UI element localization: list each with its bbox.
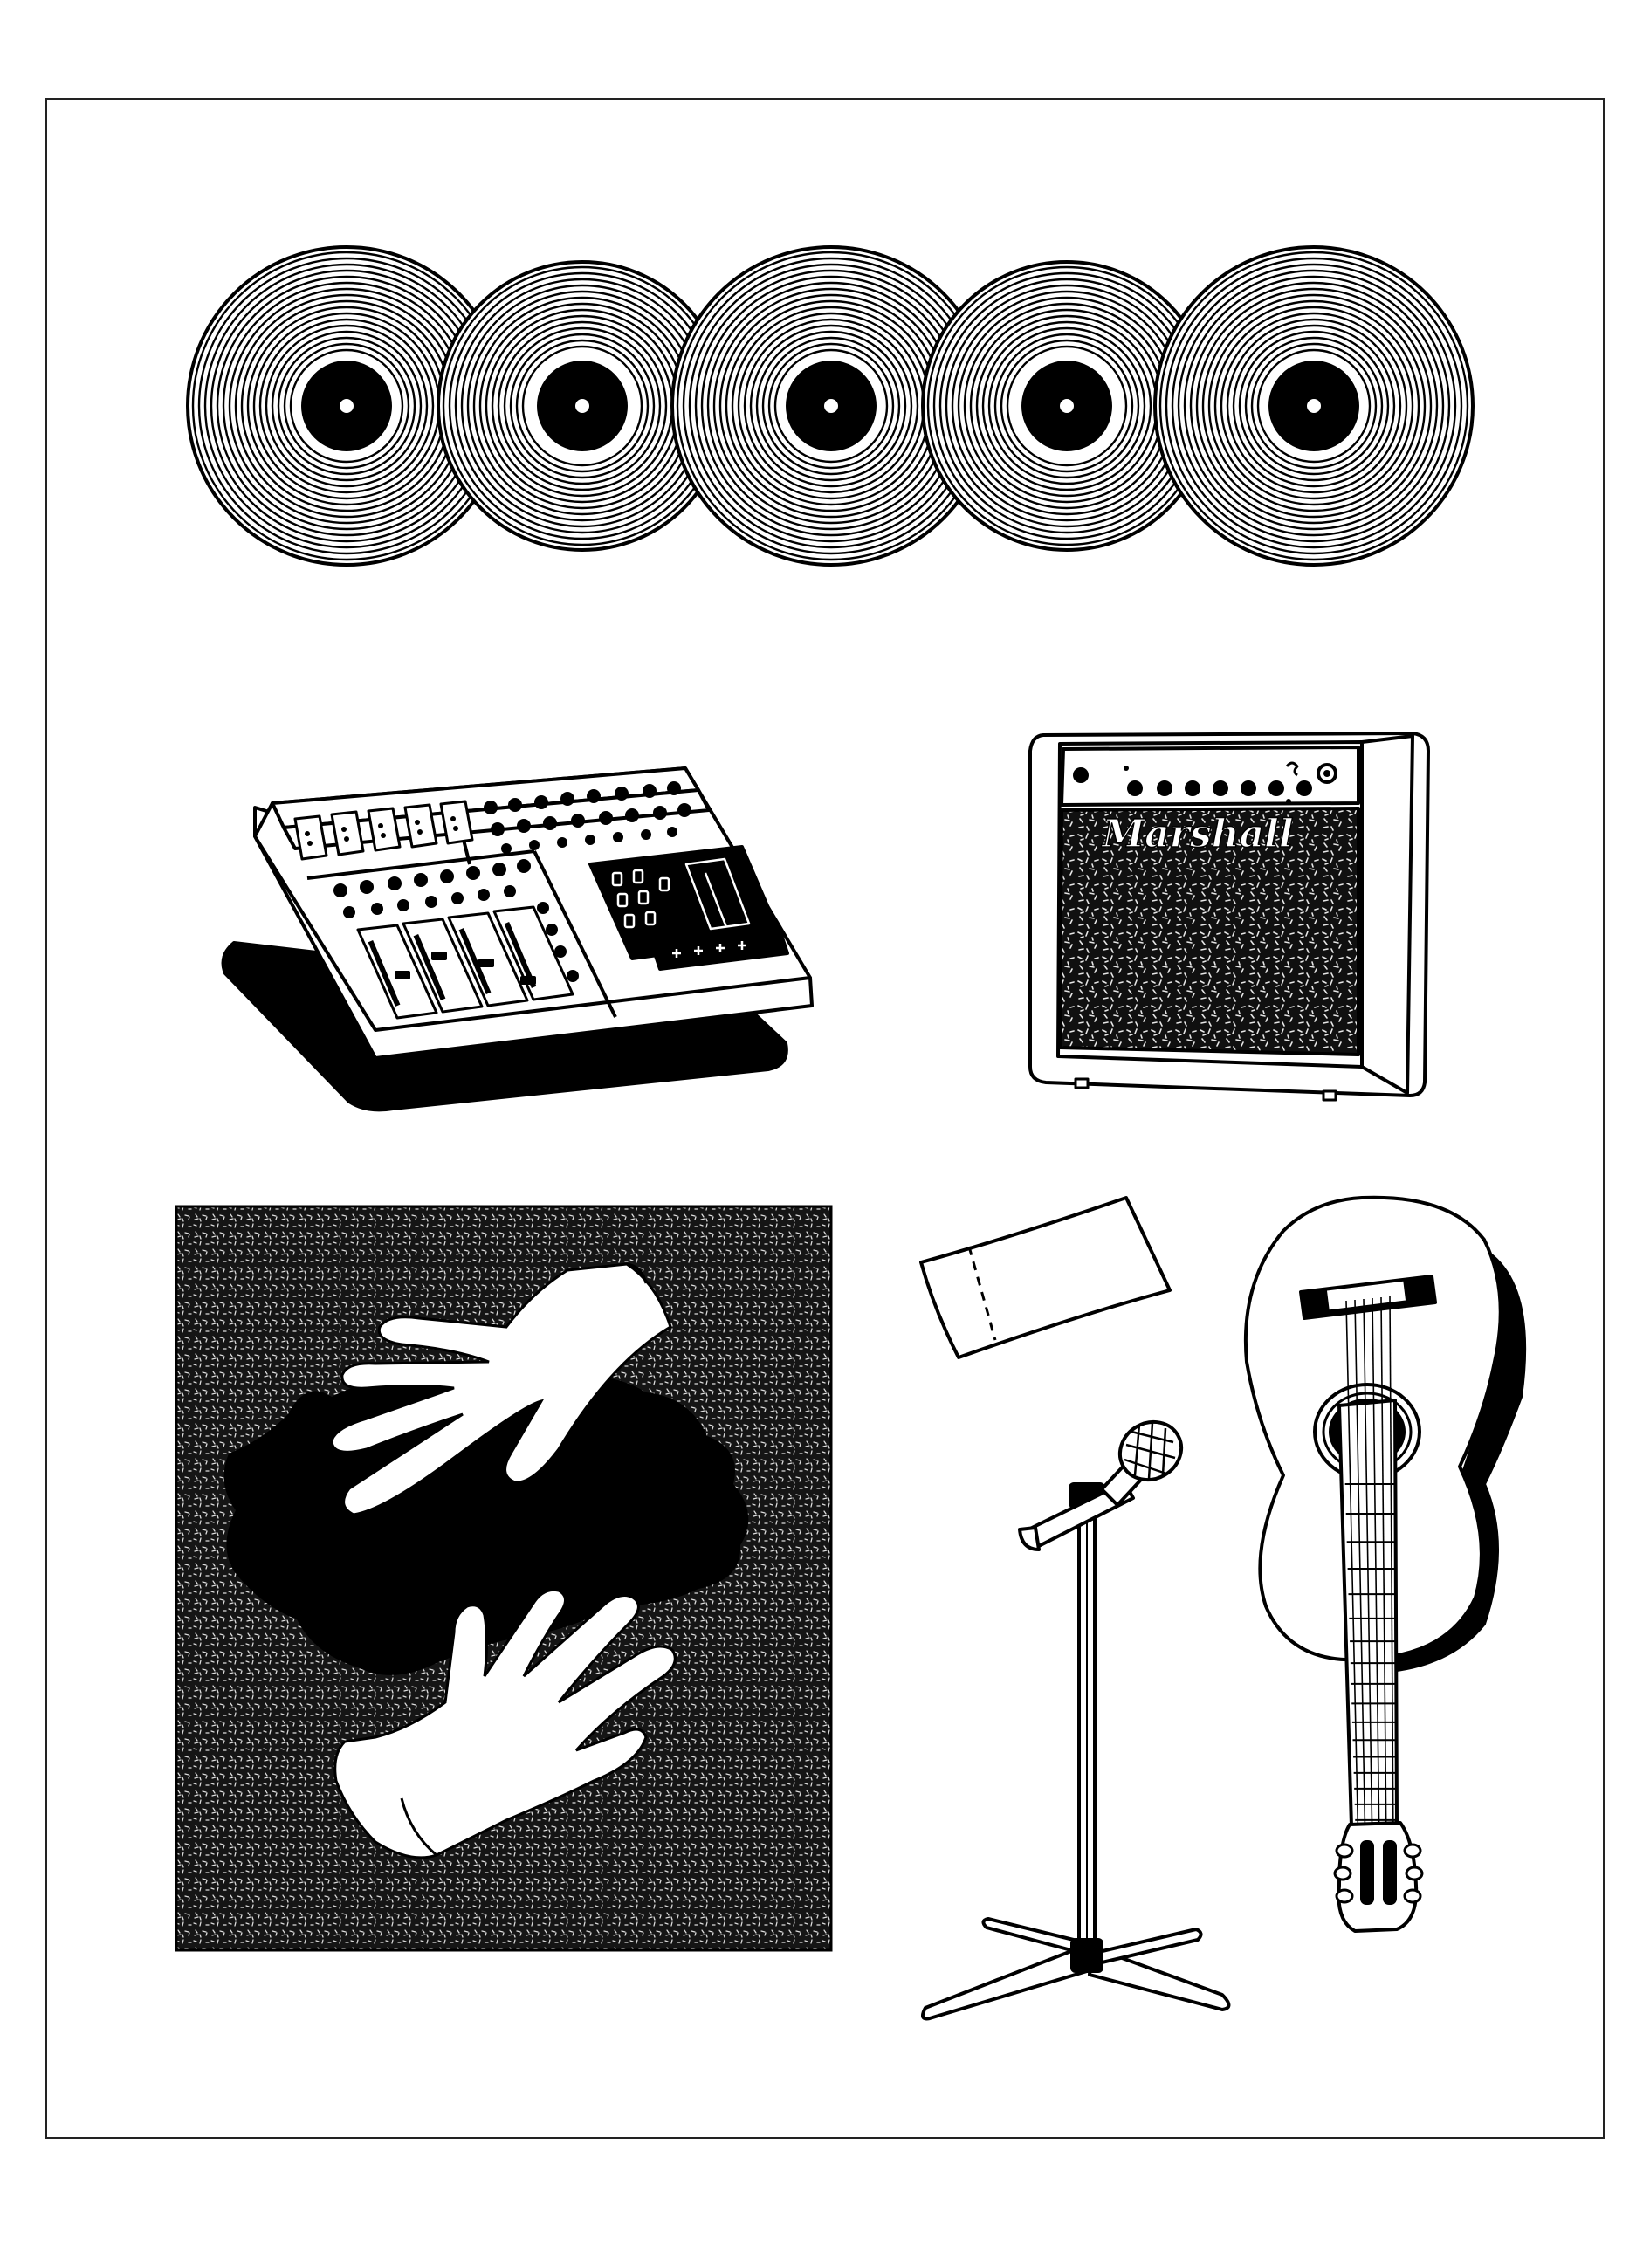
mixing-console-icon bbox=[221, 766, 814, 1112]
vinyl-records-icon bbox=[186, 245, 1475, 567]
amplifier-brand-logo: Marshall bbox=[1100, 812, 1293, 856]
album-cover-hands-icon bbox=[175, 1205, 833, 1952]
guitar-amplifier-icon: Marshall bbox=[1028, 732, 1430, 1102]
acoustic-guitar-icon bbox=[1243, 1195, 1527, 1933]
microphone-stand-icon bbox=[920, 1419, 1231, 2021]
illustration-canvas: Marshall bbox=[175, 245, 1527, 2021]
ticket-icon bbox=[919, 1196, 1172, 1359]
vinyl-record-icon bbox=[1153, 245, 1475, 567]
